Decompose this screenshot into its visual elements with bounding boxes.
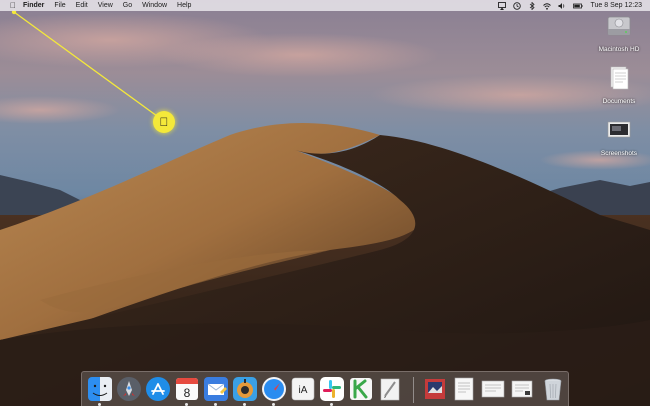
apple-menu-icon[interactable]: 	[8, 0, 18, 11]
airplay-icon[interactable]	[498, 1, 507, 10]
document-file-icon	[481, 380, 505, 398]
ia-writer-label: iA	[299, 385, 308, 396]
menu-edit[interactable]: Edit	[71, 0, 93, 11]
menu-go[interactable]: Go	[118, 0, 137, 11]
dock-separator	[413, 377, 414, 403]
ia-writer-icon: iA	[291, 377, 315, 401]
desktop-icon-screenshots[interactable]: Screenshots	[596, 118, 642, 157]
dock-calendar[interactable]: 8	[174, 376, 200, 406]
status-area: Tue 8 Sep 12:23	[498, 0, 642, 11]
image-file-icon	[425, 379, 445, 399]
keynote-icon	[350, 378, 372, 400]
documents-folder-icon	[610, 66, 629, 90]
dock-safari[interactable]	[261, 376, 287, 406]
mail-icon	[204, 377, 228, 401]
dock-pages[interactable]	[377, 376, 403, 402]
menu-finder[interactable]: Finder	[18, 0, 49, 11]
desktop[interactable]:  Finder File Edit View Go Window Help T…	[0, 0, 650, 406]
safari-icon	[262, 377, 286, 401]
calendar-icon: 8	[176, 378, 198, 400]
dock-slack[interactable]	[319, 376, 345, 406]
dock: 8 iA	[81, 371, 569, 406]
dock-launchpad[interactable]	[116, 376, 142, 402]
desktop-icon-label: Screenshots	[600, 150, 638, 157]
slack-icon	[320, 377, 344, 401]
launchpad-icon	[117, 377, 141, 401]
dock-ia-writer[interactable]: iA	[290, 376, 316, 402]
document-file-icon	[511, 380, 533, 398]
calendar-day: 8	[184, 386, 191, 400]
app-store-icon	[146, 377, 170, 401]
trash-icon	[544, 378, 562, 401]
finder-icon	[88, 377, 112, 401]
pages-icon	[380, 378, 400, 401]
menu-bar:  Finder File Edit View Go Window Help T…	[0, 0, 650, 11]
battery-icon[interactable]	[573, 2, 584, 10]
dock-finder[interactable]	[87, 376, 113, 406]
dock-document-file[interactable]	[451, 376, 477, 402]
tweetbot-icon	[233, 377, 257, 401]
desktop-icon-label: Macintosh HD	[598, 46, 640, 53]
dock-tweetbot[interactable]	[232, 376, 258, 406]
screenshots-icon	[607, 121, 631, 138]
apple-icon: 	[160, 115, 169, 129]
menu-help[interactable]: Help	[172, 0, 196, 11]
desktop-wallpaper	[0, 0, 650, 406]
apple-logo-callout: 	[153, 111, 175, 133]
document-file-icon	[454, 377, 474, 401]
volume-icon[interactable]	[558, 2, 566, 10]
time-machine-icon[interactable]	[513, 1, 522, 10]
dock-document-file[interactable]	[480, 376, 506, 402]
dock-keynote[interactable]	[348, 376, 374, 402]
dock-app-store[interactable]	[145, 376, 171, 402]
dock-trash[interactable]	[540, 376, 566, 402]
dock-image-file[interactable]	[422, 376, 448, 402]
desktop-icon-macintosh-hd[interactable]: Macintosh HD	[596, 14, 642, 53]
dock-mail[interactable]	[203, 376, 229, 406]
clock[interactable]: Tue 8 Sep 12:23	[590, 2, 642, 9]
hard-drive-icon	[607, 16, 631, 36]
menu-view[interactable]: View	[93, 0, 118, 11]
desktop-icon-documents[interactable]: Documents	[596, 66, 642, 105]
bluetooth-icon[interactable]	[528, 1, 536, 10]
menu-window[interactable]: Window	[137, 0, 172, 11]
wifi-icon[interactable]	[543, 2, 552, 10]
dock-document-file[interactable]	[509, 376, 535, 402]
menu-file[interactable]: File	[49, 0, 70, 11]
desktop-icon-label: Documents	[602, 98, 636, 105]
